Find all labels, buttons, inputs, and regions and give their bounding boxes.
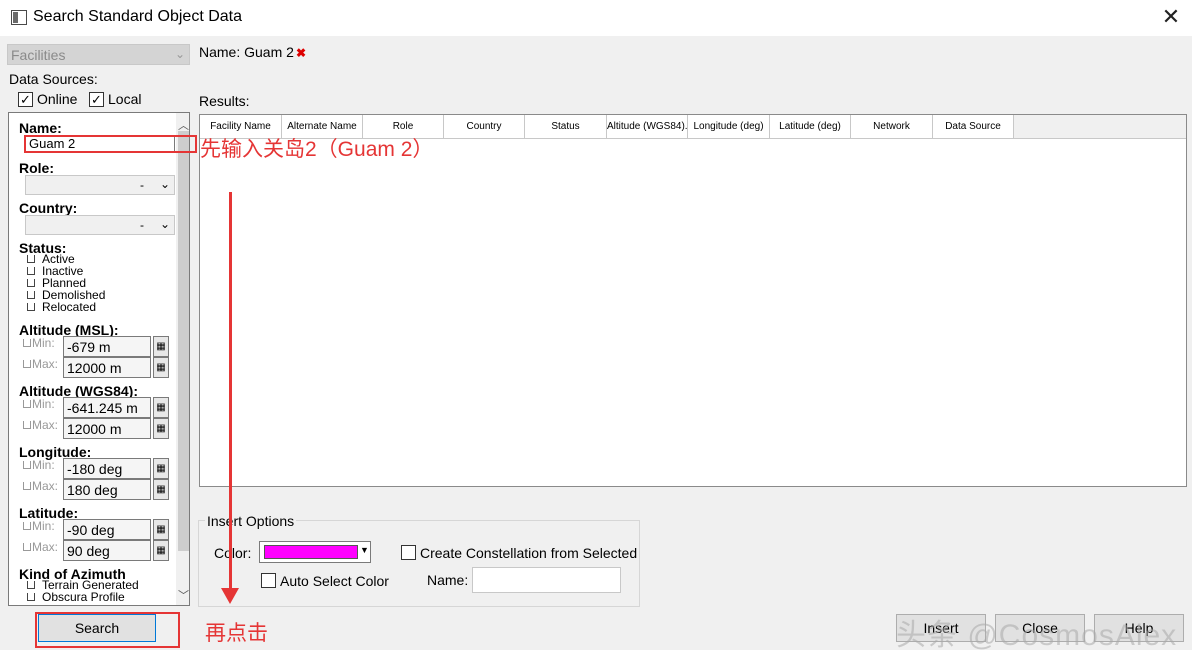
search-criteria-panel[interactable]: Name: Guam 2 Role: - ⌄ Country: - ⌄ Stat… — [8, 112, 190, 606]
local-checkbox[interactable]: ✓ — [89, 92, 104, 107]
results-label: Results: — [199, 93, 250, 109]
country-label: Country: — [19, 200, 78, 216]
results-grid[interactable]: Facility Name Alternate Name Role Countr… — [199, 114, 1187, 487]
chevron-down-icon: ⌄ — [174, 47, 185, 61]
auto-select-color-checkbox[interactable] — [261, 573, 276, 588]
alt-wgs-max-checkbox[interactable]: Max: — [23, 418, 58, 432]
annotation-arrow-line — [229, 192, 232, 590]
lat-min-input[interactable]: -90 deg — [63, 519, 151, 540]
lat-max-input[interactable]: 90 deg — [63, 540, 151, 561]
constellation-name-input[interactable] — [472, 567, 621, 593]
category-value: Facilities — [11, 47, 66, 63]
lon-min-input[interactable]: -180 deg — [63, 458, 151, 479]
insert-options-group — [198, 520, 640, 607]
lat-min-checkbox[interactable]: Min: — [23, 519, 55, 533]
create-constellation-label: Create Constellation from Selected — [420, 545, 638, 561]
scroll-thumb[interactable] — [178, 131, 189, 551]
close-window-icon[interactable]: ✕ — [1160, 6, 1182, 28]
column-header-status[interactable]: Status — [525, 115, 607, 139]
insert-options-title: Insert Options — [205, 513, 297, 529]
color-label: Color: — [214, 545, 252, 561]
alt-msl-min-checkbox[interactable]: Min: — [23, 336, 55, 350]
chevron-down-icon: ⌄ — [159, 177, 170, 191]
column-header-network[interactable]: Network — [851, 115, 933, 139]
azimuth-item-obscura[interactable]: Obscura Profile — [27, 591, 125, 603]
annotation-highlight-search — [35, 612, 180, 648]
local-label: Local — [108, 91, 142, 107]
column-header-longitude[interactable]: Longitude (deg) — [688, 115, 770, 139]
alt-wgs-min-input[interactable]: -641.245 m — [63, 397, 151, 418]
lon-max-input[interactable]: 180 deg — [63, 479, 151, 500]
role-value: - — [140, 178, 144, 192]
criteria-scrollbar[interactable]: ︿ ﹀ — [176, 113, 189, 605]
data-sources-label: Data Sources: — [9, 71, 98, 87]
color-picker[interactable]: ▼ — [259, 541, 371, 563]
lon-max-checkbox[interactable]: Max: — [23, 479, 58, 493]
calculator-icon[interactable]: ▦ — [153, 519, 169, 540]
online-label: Online — [37, 91, 78, 107]
column-header-country[interactable]: Country — [444, 115, 525, 139]
lon-min-checkbox[interactable]: Min: — [23, 458, 55, 472]
dropdown-arrow-icon: ▼ — [360, 545, 369, 555]
calculator-icon[interactable]: ▦ — [153, 418, 169, 439]
annotation-step2: 再点击 — [205, 622, 268, 645]
calculator-icon[interactable]: ▦ — [153, 458, 169, 479]
alt-wgs-max-input[interactable]: 12000 m — [63, 418, 151, 439]
constellation-name-label: Name: — [427, 572, 469, 588]
alt-msl-max-input[interactable]: 12000 m — [63, 357, 151, 378]
alt-msl-min-input[interactable]: -679 m — [63, 336, 151, 357]
calculator-icon[interactable]: ▦ — [153, 540, 169, 561]
name-filter-text: Name: Guam 2 — [199, 44, 294, 60]
calculator-icon[interactable]: ▦ — [153, 479, 169, 500]
annotation-step1: 先输入关岛2（Guam 2） — [200, 138, 434, 161]
window-icon — [11, 10, 27, 25]
column-header-latitude[interactable]: Latitude (deg) — [770, 115, 851, 139]
status-item-relocated[interactable]: Relocated — [27, 301, 96, 313]
name-criteria-label: Name: — [19, 120, 62, 136]
column-header-data-source[interactable]: Data Source — [933, 115, 1014, 139]
role-label: Role: — [19, 160, 54, 176]
arrow-down-icon — [221, 588, 239, 604]
search-standard-object-dialog: Search Standard Object Data ✕ Facilities… — [0, 0, 1192, 650]
calculator-icon[interactable]: ▦ — [153, 336, 169, 357]
remove-filter-icon[interactable]: ✖ — [296, 46, 306, 60]
window-title: Search Standard Object Data — [33, 8, 243, 25]
calculator-icon[interactable]: ▦ — [153, 397, 169, 418]
name-filter-header: Name: Guam 2 ✖ — [199, 44, 306, 60]
color-swatch — [264, 545, 358, 559]
watermark: 头条 @CosmosAlex — [896, 619, 1178, 650]
country-dropdown[interactable]: - ⌄ — [25, 215, 175, 235]
chevron-down-icon: ⌄ — [159, 217, 170, 231]
annotation-highlight-name — [24, 135, 197, 153]
category-dropdown: Facilities ⌄ — [7, 44, 190, 65]
column-header-altitude[interactable]: Altitude (WGS84)... — [607, 115, 688, 139]
lat-max-checkbox[interactable]: Max: — [23, 540, 58, 554]
country-value: - — [140, 218, 144, 232]
online-checkbox[interactable]: ✓ — [18, 92, 33, 107]
auto-select-color-label: Auto Select Color — [280, 573, 389, 589]
create-constellation-checkbox[interactable] — [401, 545, 416, 560]
column-header-filler — [1014, 115, 1186, 139]
scroll-down-icon[interactable]: ﹀ — [176, 587, 189, 603]
calculator-icon[interactable]: ▦ — [153, 357, 169, 378]
alt-wgs-min-checkbox[interactable]: Min: — [23, 397, 55, 411]
alt-msl-max-checkbox[interactable]: Max: — [23, 357, 58, 371]
role-dropdown[interactable]: - ⌄ — [25, 175, 175, 195]
